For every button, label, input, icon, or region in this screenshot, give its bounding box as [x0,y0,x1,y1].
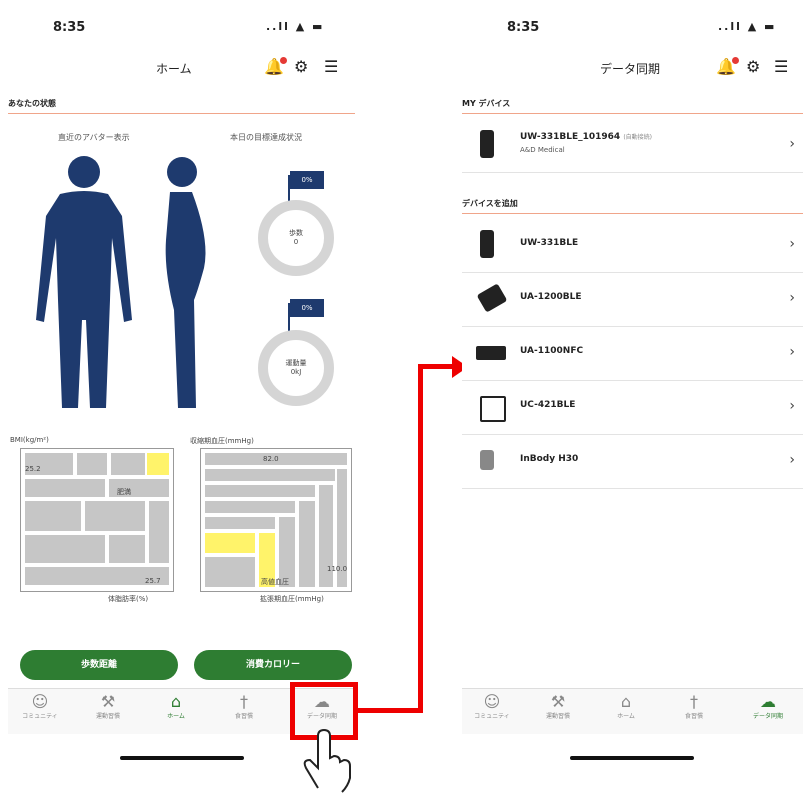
page-title: データ同期 [600,62,661,76]
status-icons: ..ll ▲ ▬ [266,20,325,33]
tab-home[interactable]: ⌂ ホーム [596,692,656,721]
home-icon: ⌂ [170,692,182,711]
calories-button[interactable]: 消費カロリー [194,650,352,680]
home-indicator [120,756,244,760]
blood-pressure-chart: 82.0 110.0 高値血圧 [200,448,352,592]
device-row[interactable]: InBody H30 › [462,434,803,489]
gear-icon[interactable]: ⚙ [294,57,308,76]
scale-device-icon [480,230,494,258]
tab-bar: ☺ コミュニティ ⚒ 運動習慣 ⌂ ホーム † 食習慣 ☁ データ同期 [462,688,803,734]
device-name: UC-421BLE [520,400,576,410]
runner-icon: ⚒ [550,692,566,711]
page-title: ホーム [156,62,192,76]
device-row[interactable]: UC-421BLE › [462,380,803,435]
body-fat-value: 25.7 [145,577,161,585]
body-scale-icon [480,396,506,422]
data-sync-screen: 8:35 ..ll ▲ ▬ データ同期 🔔 ⚙ ☰ MY デバイス UW-331… [462,0,803,770]
goal-flag: 0% [290,299,324,317]
arrow-line [418,364,423,713]
home-icon: ⌂ [620,692,632,711]
bmi-value: 25.2 [25,465,41,473]
community-icon: ☺ [31,692,49,711]
diastolic-value: 110.0 [327,565,348,573]
avatar-column-label: 直近のアバター表示 [58,133,130,142]
device-row[interactable]: UA-1200BLE › [462,272,803,327]
tab-home[interactable]: ⌂ ホーム [146,692,206,721]
menu-icon[interactable]: ☰ [324,57,338,76]
obesity-label: 肥満 [117,488,131,496]
chevron-right-icon: › [789,236,795,252]
goal-column-label: 本日の目標達成状況 [230,133,302,142]
tab-diet[interactable]: † 食習慣 [214,692,274,721]
body-fat-axis-label: 体脂肪率(%) [108,595,149,603]
home-screen: 8:35 ..ll ▲ ▬ ホーム 🔔 ⚙ ☰ あなたの状態 直近のアバター表示… [8,0,355,770]
tab-community[interactable]: ☺ コミュニティ [462,692,522,721]
bp-monitor-icon [476,346,506,360]
exercise-label: 運動量 0kJ [285,359,307,376]
device-name: UA-1200BLE [520,292,582,302]
exercise-ring: 運動量 0kJ [258,330,334,406]
my-devices-title: MY デバイス [462,98,803,114]
my-device-row[interactable]: UW-331BLE_101964 (自動接続) A&D Medical › [462,118,803,173]
tab-diet[interactable]: † 食習慣 [664,692,724,721]
fork-knife-icon: † [240,692,248,711]
bmi-chart: 25.2 肥満 25.7 [20,448,174,592]
arrow-line [356,708,422,713]
inbody-icon [480,450,494,470]
device-maker: A&D Medical [520,146,565,154]
diastolic-axis-label: 拡張期血圧(mmHg) [260,595,324,603]
bmi-axis-label: BMI(kg/m²) [10,436,49,444]
device-row[interactable]: UW-331BLE › [462,218,803,273]
device-name: UW-331BLE_101964 (自動接続) [520,132,652,142]
pointing-hand-icon [303,728,351,793]
device-row[interactable]: UA-1100NFC › [462,326,803,381]
device-name: UW-331BLE [520,238,579,248]
notification-dot [280,57,287,64]
steps-distance-button[interactable]: 歩数距離 [20,650,178,680]
status-time: 8:35 [53,20,86,35]
home-indicator [570,756,694,760]
scale-device-icon [480,130,494,158]
systolic-value: 82.0 [263,455,279,463]
chevron-right-icon: › [789,344,795,360]
community-icon: ☺ [483,692,501,711]
status-time: 8:35 [507,20,540,35]
gear-icon[interactable]: ⚙ [746,57,760,76]
chevron-right-icon: › [789,398,795,414]
menu-icon[interactable]: ☰ [774,57,788,76]
runner-icon: ⚒ [100,692,116,711]
bp-monitor-icon [476,283,508,313]
tab-exercise[interactable]: ⚒ 運動習慣 [528,692,588,721]
tab-community[interactable]: ☺ コミュニティ [10,692,70,721]
chevron-right-icon: › [789,136,795,152]
steps-label: 歩数 0 [289,229,303,246]
fork-knife-icon: † [690,692,698,711]
device-name: InBody H30 [520,454,579,464]
chevron-right-icon: › [789,452,795,468]
add-device-title: デバイスを追加 [462,198,803,214]
goal-flag: 0% [290,171,324,189]
avatar-side [165,157,206,408]
chevron-right-icon: › [789,290,795,306]
status-icons: ..ll ▲ ▬ [718,20,777,33]
high-bp-label: 高値血圧 [261,578,289,586]
tab-exercise[interactable]: ⚒ 運動習慣 [78,692,138,721]
systolic-axis-label: 収縮期血圧(mmHg) [190,437,254,445]
section-title: あなたの状態 [8,98,355,114]
tab-data-sync[interactable]: ☁ データ同期 [738,692,798,721]
steps-ring: 歩数 0 [258,200,334,276]
avatar-front [36,156,132,408]
cloud-sync-icon: ☁ [760,692,776,711]
device-name: UA-1100NFC [520,346,584,356]
notification-dot [732,57,739,64]
